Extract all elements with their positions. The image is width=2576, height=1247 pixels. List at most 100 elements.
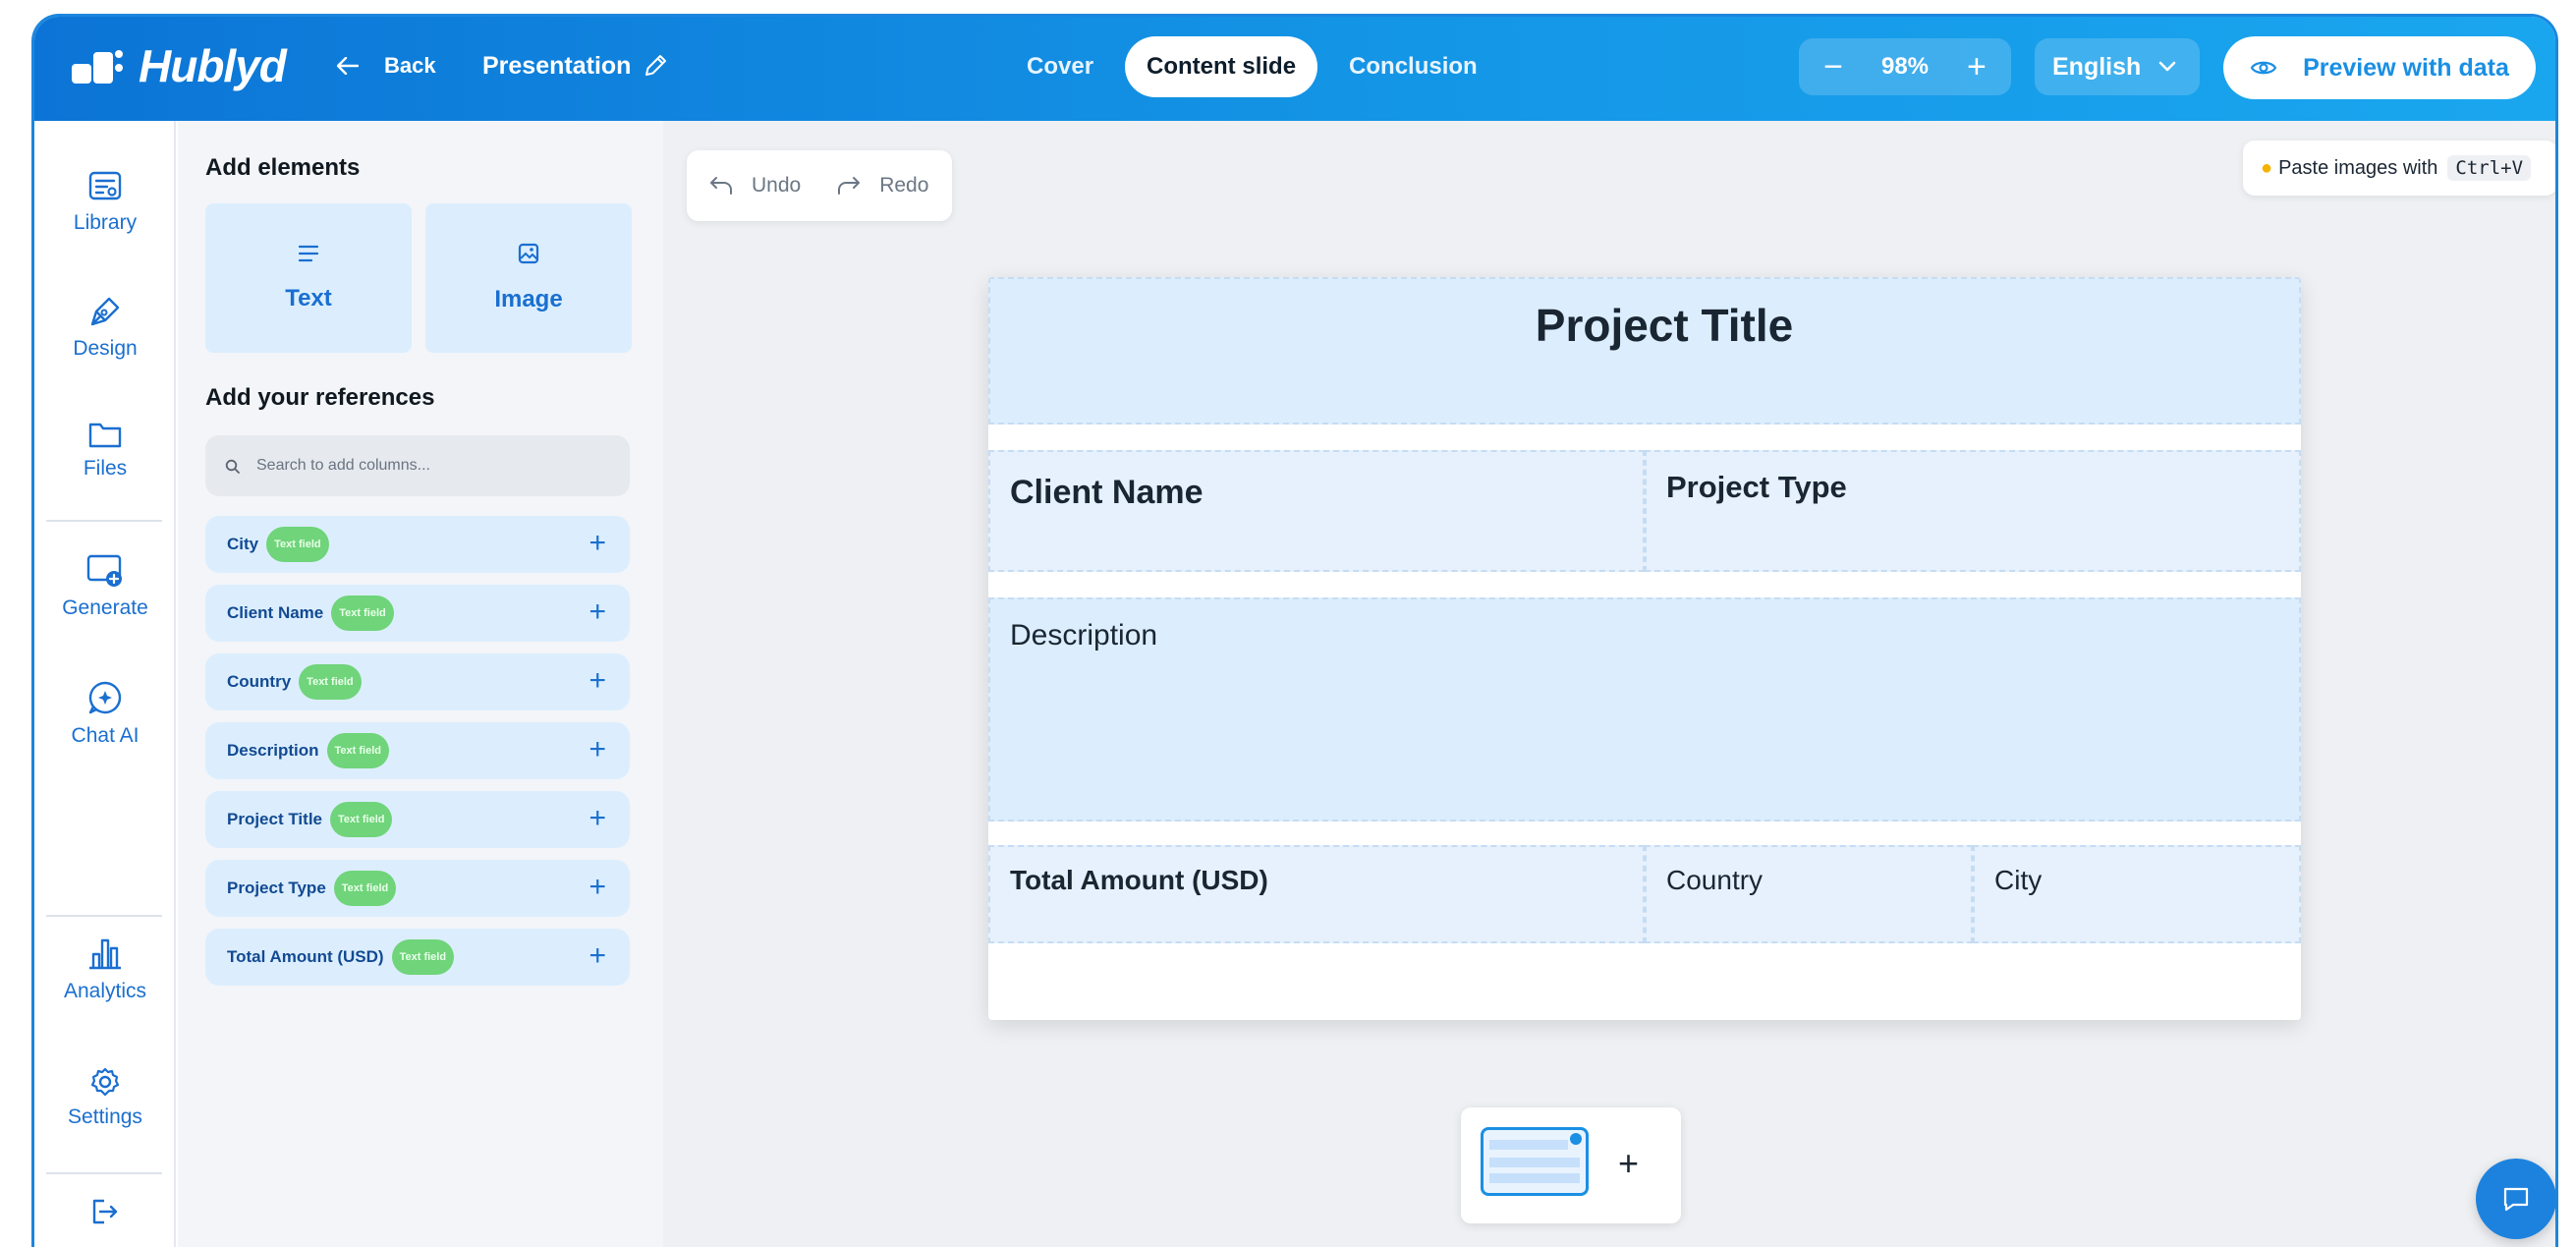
- slide-thumbnail[interactable]: [1481, 1127, 1589, 1196]
- generate-icon: [86, 554, 122, 587]
- zoom-control: − 98% +: [1799, 38, 2011, 95]
- rail-item-library[interactable]: Library: [34, 170, 176, 235]
- rail-item-generate[interactable]: Generate: [34, 553, 176, 620]
- zoom-out-button[interactable]: −: [1820, 48, 1846, 86]
- back-button[interactable]: Back: [337, 46, 436, 85]
- pencil-icon[interactable]: [643, 53, 668, 79]
- language-select[interactable]: English: [2035, 38, 2200, 95]
- slide-field-country[interactable]: Country: [1645, 845, 1973, 943]
- redo-label: Redo: [879, 174, 929, 197]
- reference-name: Total Amount (USD): [227, 947, 384, 966]
- reference-item-client-name[interactable]: Client Name Text field +: [205, 585, 630, 642]
- add-reference-button[interactable]: +: [588, 528, 606, 559]
- tab-conclusion[interactable]: Conclusion: [1327, 36, 1499, 97]
- add-reference-button[interactable]: +: [588, 665, 606, 697]
- zoom-level: 98%: [1880, 53, 1930, 80]
- reference-name: Project Title: [227, 810, 322, 828]
- rail-label-library: Library: [73, 211, 138, 234]
- slide-field-city[interactable]: City: [1973, 845, 2301, 943]
- pen-icon: [90, 297, 120, 326]
- rail-label-generate: Generate: [62, 596, 148, 619]
- app-window: Hublyd Back Presentation Cover Content s…: [31, 14, 2558, 1247]
- search-columns-input[interactable]: [205, 435, 630, 496]
- library-icon: [88, 171, 122, 200]
- slide-pager: +: [1461, 1107, 1681, 1223]
- reference-item-city[interactable]: City Text field +: [205, 516, 630, 573]
- add-slide-button[interactable]: +: [1618, 1143, 1639, 1184]
- add-reference-button[interactable]: +: [588, 872, 606, 903]
- logo-mark-icon: [72, 46, 127, 85]
- reference-item-project-type[interactable]: Project Type Text field +: [205, 860, 630, 917]
- add-text-element-button[interactable]: Text: [205, 203, 412, 353]
- preview-with-data-button[interactable]: Preview with data: [2223, 36, 2536, 99]
- zoom-in-button[interactable]: +: [1964, 48, 1989, 86]
- presentation-title[interactable]: Presentation: [482, 44, 668, 87]
- rail-item-settings[interactable]: Settings: [34, 1066, 176, 1129]
- slide-tabs: Cover Content slide Conclusion: [1005, 36, 1509, 97]
- rail-label-files: Files: [83, 457, 128, 480]
- rail-item-files[interactable]: Files: [34, 420, 176, 481]
- tab-content-slide[interactable]: Content slide: [1125, 36, 1318, 97]
- redo-icon: [838, 177, 861, 195]
- undo-label: Undo: [752, 174, 802, 197]
- preview-label: Preview with data: [2303, 53, 2509, 82]
- add-reference-button[interactable]: +: [588, 734, 606, 765]
- image-icon: [518, 243, 539, 264]
- undo-redo-toolbar: Undo Redo: [687, 150, 952, 221]
- undo-icon: [710, 177, 732, 195]
- slide-description-text: Description: [1010, 619, 1158, 652]
- logout-button[interactable]: [34, 1198, 176, 1233]
- slide-preview: Project Title Client Name Project Type D…: [988, 277, 2301, 1020]
- text-lines-icon: [298, 245, 319, 262]
- reference-name: Client Name: [227, 603, 324, 622]
- chat-support-button[interactable]: [2476, 1159, 2555, 1239]
- slide-field-client-name[interactable]: Client Name: [988, 450, 1645, 572]
- logo[interactable]: Hublyd: [72, 36, 287, 95]
- slide-field-description[interactable]: Description: [988, 597, 2301, 822]
- slide-country-text: Country: [1666, 865, 1764, 895]
- rail-label-chat-ai: Chat AI: [71, 724, 140, 747]
- slide-field-project-title[interactable]: Project Title: [988, 277, 2301, 425]
- text-field-badge: Text field: [391, 939, 455, 975]
- add-reference-button[interactable]: +: [588, 596, 606, 628]
- gear-icon: [90, 1067, 120, 1097]
- rail-label-settings: Settings: [68, 1105, 142, 1128]
- tab-cover[interactable]: Cover: [1005, 36, 1115, 97]
- reference-name: Country: [227, 672, 292, 691]
- rail-item-analytics[interactable]: Analytics: [34, 933, 176, 1003]
- text-field-badge: Text field: [333, 871, 397, 906]
- add-elements-title: Add elements: [205, 154, 361, 181]
- message-icon: [2503, 1187, 2529, 1212]
- add-reference-button[interactable]: +: [588, 803, 606, 834]
- reference-item-total-amount[interactable]: Total Amount (USD) Text field +: [205, 929, 630, 986]
- selected-dot: [1570, 1133, 1582, 1145]
- reference-item-project-title[interactable]: Project Title Text field +: [205, 791, 630, 848]
- folder-icon: [88, 423, 122, 448]
- slide-field-project-type[interactable]: Project Type: [1645, 450, 2301, 572]
- rail-item-design[interactable]: Design: [34, 294, 176, 361]
- back-label: Back: [384, 53, 436, 78]
- rail-divider: [46, 1172, 162, 1174]
- slide-field-total-amount[interactable]: Total Amount (USD): [988, 845, 1645, 943]
- language-value: English: [2052, 52, 2142, 81]
- reference-item-country[interactable]: Country Text field +: [205, 653, 630, 710]
- rail-divider: [46, 520, 162, 522]
- thumb-bar: [1489, 1158, 1580, 1167]
- redo-button[interactable]: Redo: [836, 174, 928, 198]
- add-image-element-button[interactable]: Image: [425, 203, 632, 353]
- presentation-title-label: Presentation: [482, 51, 632, 80]
- rail-item-chat-ai[interactable]: Chat AI: [34, 679, 176, 748]
- add-reference-button[interactable]: +: [588, 940, 606, 972]
- chat-ai-icon: [88, 681, 122, 714]
- undo-button[interactable]: Undo: [708, 174, 801, 198]
- reference-name: Description: [227, 741, 319, 760]
- text-field-badge: Text field: [266, 527, 329, 562]
- reference-item-description[interactable]: Description Text field +: [205, 722, 630, 779]
- chevron-down-icon: [2158, 61, 2176, 72]
- text-field-badge: Text field: [331, 595, 394, 631]
- rail-divider: [46, 915, 162, 917]
- text-field-badge: Text field: [330, 802, 393, 837]
- references-title: Add your references: [205, 384, 435, 411]
- element-image-label: Image: [494, 286, 563, 312]
- paste-images-hint: ● Paste images with Ctrl+V: [2243, 141, 2555, 196]
